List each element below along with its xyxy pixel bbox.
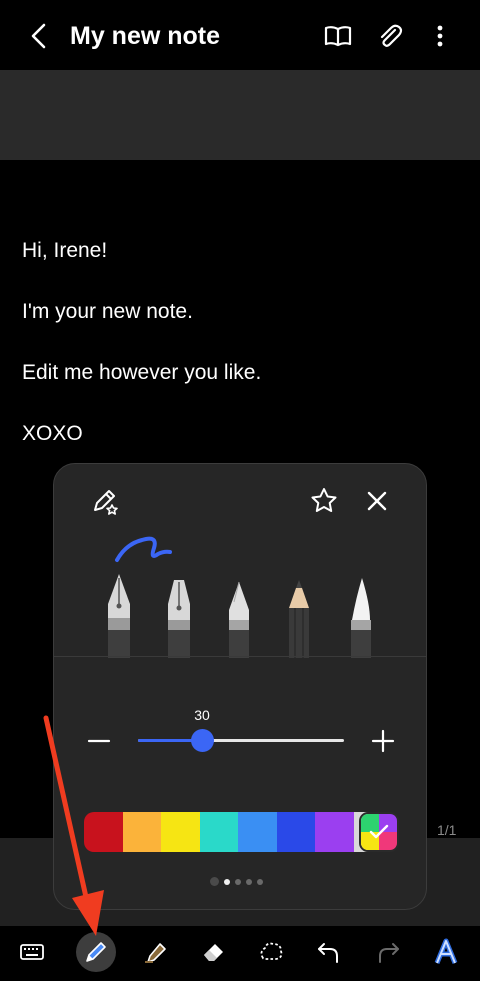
redo-button[interactable] — [368, 932, 408, 972]
note-line[interactable]: Hi, Irene! — [22, 238, 107, 264]
star-icon — [311, 488, 337, 512]
color-swatch[interactable] — [315, 812, 354, 852]
eraser-icon — [204, 944, 223, 961]
pencil-icon — [289, 580, 309, 658]
close-panel-button[interactable] — [362, 486, 392, 516]
pen-icon — [86, 942, 106, 962]
reading-mode-button[interactable] — [322, 20, 354, 52]
pen-preview-stroke — [115, 536, 172, 562]
eraser-button[interactable] — [194, 932, 234, 972]
lasso-select-button[interactable] — [251, 932, 291, 972]
pen-nib-icon — [229, 581, 249, 658]
pencil-option[interactable] — [282, 574, 316, 658]
undo-button[interactable] — [309, 932, 349, 972]
note-line[interactable]: I'm your new note. — [22, 299, 193, 325]
undo-icon — [318, 943, 338, 963]
color-swatch[interactable] — [84, 812, 123, 852]
ballpoint-pen-option[interactable] — [222, 574, 256, 658]
color-swatch[interactable] — [199, 812, 238, 852]
app-header: My new note — [0, 0, 480, 70]
attach-button[interactable] — [374, 20, 406, 52]
note-line[interactable]: XOXO — [22, 421, 83, 447]
pen-favorites-button[interactable] — [90, 486, 120, 516]
title-area[interactable] — [0, 70, 480, 160]
bottom-toolbar — [0, 926, 480, 981]
close-icon — [367, 491, 387, 511]
palette-settings-dot[interactable] — [210, 877, 219, 886]
calligraphy-pen-icon — [168, 580, 190, 658]
custom-color-button[interactable] — [359, 812, 399, 852]
calligraphy-pen-option[interactable] — [162, 574, 196, 658]
attach-icon — [380, 24, 403, 47]
reading-mode-icon — [324, 26, 352, 47]
palette-page-dot[interactable] — [224, 878, 230, 885]
fountain-pen-option[interactable] — [102, 574, 136, 658]
highlighter-icon — [145, 943, 166, 963]
color-swatch[interactable] — [122, 812, 161, 852]
decrease-size-button[interactable] — [84, 726, 114, 756]
highlighter-button[interactable] — [136, 932, 176, 972]
text-style-button[interactable] — [426, 932, 466, 972]
palette-page-dot[interactable] — [235, 878, 241, 885]
color-picker-icon — [361, 814, 397, 850]
pen-size-value: 30 — [194, 707, 210, 723]
pen-size-slider[interactable] — [138, 729, 344, 752]
fountain-pen-icon — [108, 574, 130, 658]
pen-size-slider-thumb[interactable] — [190, 729, 214, 752]
note-title[interactable]: My new note — [70, 20, 220, 52]
page-indicator: 1/1 — [437, 822, 457, 838]
increase-size-button[interactable] — [368, 726, 398, 756]
brush-option[interactable] — [344, 574, 378, 658]
plus-icon — [371, 729, 395, 753]
lasso-icon — [260, 942, 283, 960]
panel-divider — [54, 656, 426, 657]
color-swatch[interactable] — [276, 812, 315, 852]
palette-page-dot[interactable] — [257, 878, 263, 885]
chevron-left-icon — [31, 23, 46, 49]
pen-settings-panel: 30 — [53, 463, 427, 910]
back-button[interactable] — [24, 20, 56, 52]
color-palette — [84, 812, 392, 852]
color-swatch[interactable] — [161, 812, 200, 852]
keyboard-button[interactable] — [12, 932, 52, 972]
more-icon — [437, 25, 443, 47]
more-options-button[interactable] — [424, 20, 456, 52]
pen-star-icon — [94, 490, 118, 515]
brush-icon — [351, 578, 371, 658]
redo-icon — [379, 943, 399, 963]
text-style-icon — [434, 938, 458, 964]
keyboard-icon — [20, 944, 44, 960]
palette-page-dot[interactable] — [246, 878, 252, 885]
note-line[interactable]: Edit me however you like. — [22, 360, 261, 386]
add-favorite-button[interactable] — [309, 486, 339, 516]
pen-tool-button[interactable] — [76, 932, 116, 972]
minus-icon — [87, 739, 111, 743]
palette-page-dots — [210, 877, 263, 886]
color-swatch[interactable] — [238, 812, 277, 852]
